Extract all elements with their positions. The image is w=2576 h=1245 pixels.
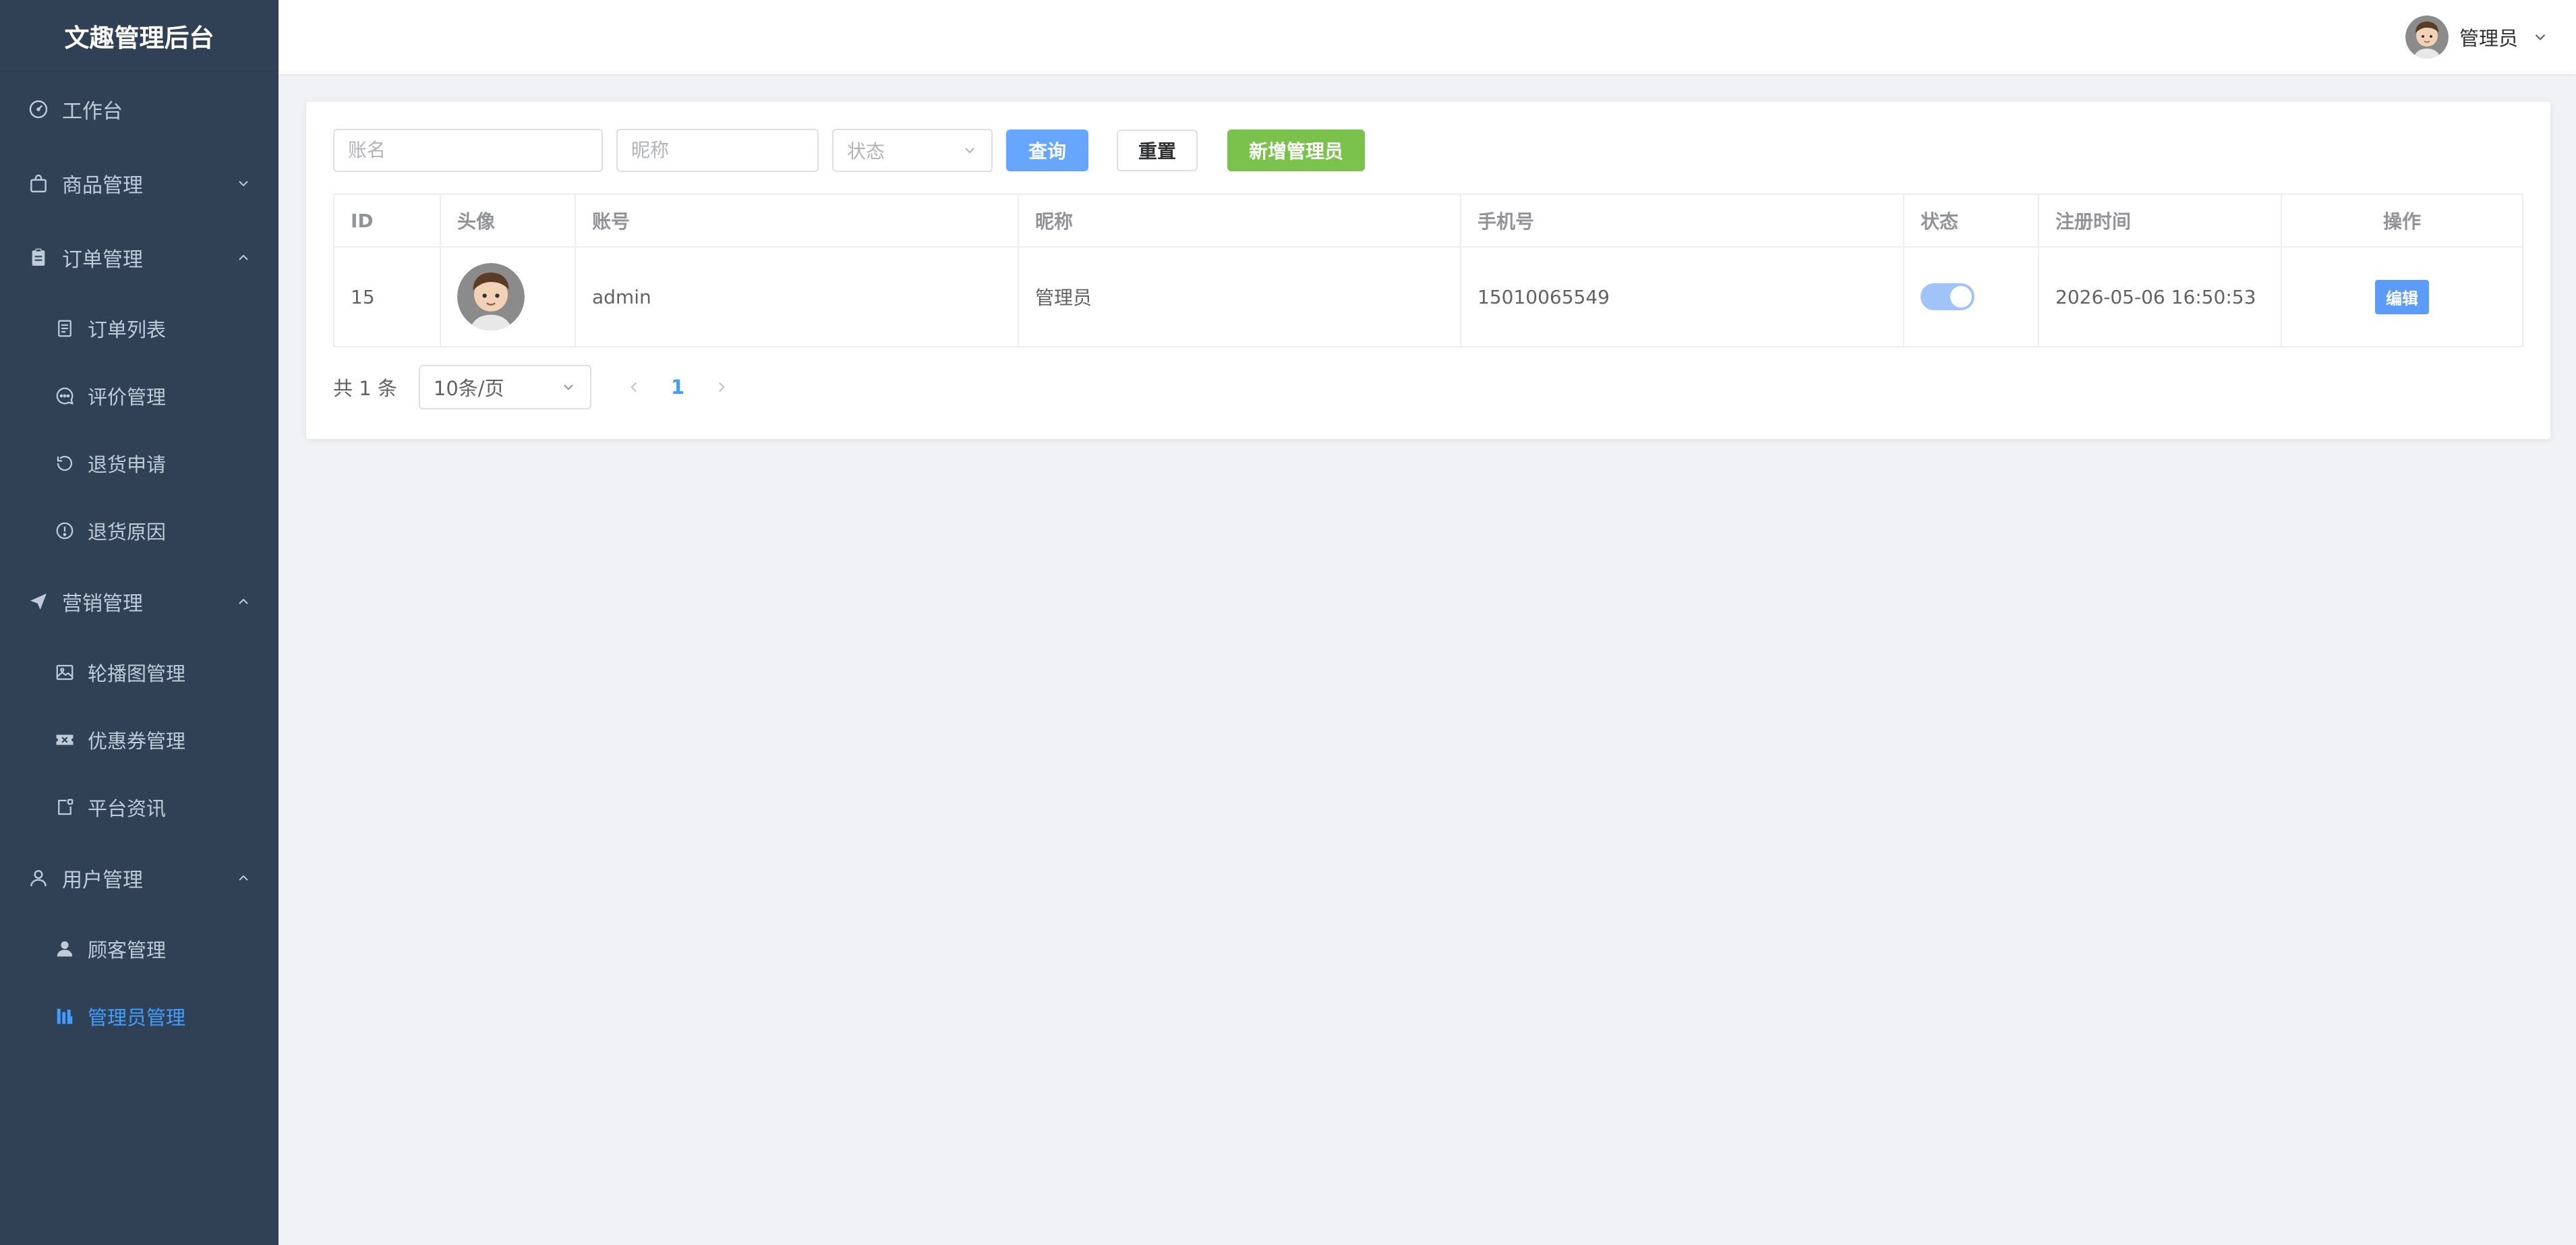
top-header: 管理员 xyxy=(279,0,2576,74)
sidebar-item-label: 商品管理 xyxy=(62,174,143,198)
sidebar-item-return-reasons[interactable]: 退货原因 xyxy=(0,497,279,564)
chevron-down-icon xyxy=(2535,34,2546,40)
sidebar-item-label: 优惠券管理 xyxy=(88,730,186,753)
sidebar-item-workbench[interactable]: 工作台 xyxy=(0,72,279,146)
account-search-input[interactable] xyxy=(333,129,603,172)
sidebar-item-label: 营销管理 xyxy=(62,592,143,616)
sidebar-item-label: 轮播图管理 xyxy=(88,662,186,685)
admin-list-card: 状态 查询 重置 新增管理员 ID 头像 账号 昵称 手机号 状态 注册时间 操… xyxy=(306,102,2550,439)
sidebar-item-news[interactable]: 平台资讯 xyxy=(0,774,279,841)
cell-status xyxy=(1903,246,2039,347)
column-header-phone: 手机号 xyxy=(1460,194,1904,248)
sidebar-menu: 工作台 商品管理 订单管理 订单列表 评价管理 退货申请 退货原因 营销管理 轮… xyxy=(0,72,279,1050)
sidebar-item-marketing[interactable]: 营销管理 xyxy=(0,564,279,639)
sidebar-item-admins[interactable]: 管理员管理 xyxy=(0,983,279,1050)
page-size-value: 10条/页 xyxy=(433,377,504,400)
document-icon xyxy=(54,318,76,339)
cell-account: admin xyxy=(575,246,1019,347)
send-icon xyxy=(27,590,50,613)
avatar xyxy=(2405,16,2449,59)
chevron-up-icon xyxy=(239,875,248,881)
nickname-search-input[interactable] xyxy=(616,129,819,172)
add-admin-button[interactable]: 新增管理员 xyxy=(1227,129,1365,171)
column-header-actions: 操作 xyxy=(2281,194,2523,248)
picture-icon xyxy=(54,662,76,683)
sidebar-item-label: 订单列表 xyxy=(88,318,167,341)
sidebar-item-label: 顾客管理 xyxy=(88,939,167,962)
clipboard-icon xyxy=(27,246,50,269)
edit-button[interactable]: 编辑 xyxy=(2375,279,2429,314)
cell-registered: 2026-05-06 16:50:53 xyxy=(2038,246,2282,347)
chevron-up-icon xyxy=(239,598,248,604)
sidebar: 文趣管理后台 工作台 商品管理 订单管理 订单列表 评价管理 退货申请 退货原因… xyxy=(0,0,279,1245)
sidebar-item-label: 订单管理 xyxy=(62,248,143,272)
sidebar-item-label: 退货申请 xyxy=(88,453,167,476)
news-icon xyxy=(54,797,76,818)
person-icon xyxy=(54,938,76,960)
cell-avatar xyxy=(440,246,576,347)
sidebar-item-banners[interactable]: 轮播图管理 xyxy=(0,639,279,706)
table-row: 15 admin 管理员 15010065549 2026-05-06 16:5… xyxy=(333,246,2523,347)
bag-icon xyxy=(27,172,50,195)
sidebar-item-coupons[interactable]: 优惠券管理 xyxy=(0,706,279,774)
dashboard-icon xyxy=(27,98,50,121)
sidebar-item-orders[interactable]: 订单管理 xyxy=(0,221,279,295)
warning-icon xyxy=(54,520,76,542)
status-select-placeholder: 状态 xyxy=(847,140,885,163)
page-size-select[interactable]: 10条/页 xyxy=(418,365,591,409)
sidebar-item-label: 工作台 xyxy=(62,100,123,123)
toggle-knob xyxy=(1950,286,1972,308)
sidebar-item-label: 退货原因 xyxy=(88,521,167,544)
sidebar-item-label: 用户管理 xyxy=(62,869,143,892)
next-page-icon[interactable] xyxy=(713,378,730,396)
chevron-up-icon xyxy=(239,254,248,260)
sidebar-item-label: 评价管理 xyxy=(88,386,167,409)
user-name: 管理员 xyxy=(2459,27,2518,50)
prev-page-icon[interactable] xyxy=(625,378,643,396)
admin-table: ID 头像 账号 昵称 手机号 状态 注册时间 操作 15 admin 管理员 … xyxy=(333,194,2523,347)
pagination: 共 1 条 10条/页 1 xyxy=(333,365,730,409)
pagination-total: 共 1 条 xyxy=(333,377,397,400)
cell-nickname: 管理员 xyxy=(1018,246,1461,347)
app-logo-title: 文趣管理后台 xyxy=(0,0,279,72)
column-header-account: 账号 xyxy=(575,194,1019,248)
cell-id: 15 xyxy=(333,246,441,347)
sidebar-item-label: 管理员管理 xyxy=(88,1006,186,1029)
column-header-status: 状态 xyxy=(1903,194,2039,248)
page-number-current[interactable]: 1 xyxy=(671,376,684,399)
sidebar-item-products[interactable]: 商品管理 xyxy=(0,146,279,221)
ticket-icon xyxy=(54,729,76,751)
chevron-down-icon xyxy=(564,384,573,390)
chevron-down-icon xyxy=(965,148,974,154)
user-dropdown[interactable]: 管理员 xyxy=(2405,12,2549,62)
status-toggle[interactable] xyxy=(1921,283,1974,310)
cell-actions: 编辑 xyxy=(2281,246,2523,347)
sidebar-item-reviews[interactable]: 评价管理 xyxy=(0,362,279,430)
sidebar-item-users[interactable]: 用户管理 xyxy=(0,841,279,915)
column-header-registered: 注册时间 xyxy=(2038,194,2282,248)
sidebar-item-return-requests[interactable]: 退货申请 xyxy=(0,430,279,497)
query-button[interactable]: 查询 xyxy=(1006,129,1088,171)
column-header-id: ID xyxy=(333,194,441,248)
chat-icon xyxy=(54,385,76,407)
filter-bar: 状态 查询 重置 新增管理员 xyxy=(333,129,1365,172)
column-header-nickname: 昵称 xyxy=(1018,194,1461,248)
sidebar-item-customers[interactable]: 顾客管理 xyxy=(0,915,279,983)
user-icon xyxy=(27,867,50,890)
admin-icon xyxy=(54,1006,76,1027)
table-header-row: ID 头像 账号 昵称 手机号 状态 注册时间 操作 xyxy=(333,194,2523,248)
reset-button[interactable]: 重置 xyxy=(1117,129,1198,171)
sidebar-item-order-list[interactable]: 订单列表 xyxy=(0,295,279,362)
status-select[interactable]: 状态 xyxy=(832,129,993,172)
avatar xyxy=(457,263,525,330)
refresh-icon xyxy=(54,453,76,474)
cell-phone: 15010065549 xyxy=(1460,246,1904,347)
column-header-avatar: 头像 xyxy=(440,194,576,248)
chevron-down-icon xyxy=(239,181,248,187)
sidebar-item-label: 平台资讯 xyxy=(88,797,167,820)
